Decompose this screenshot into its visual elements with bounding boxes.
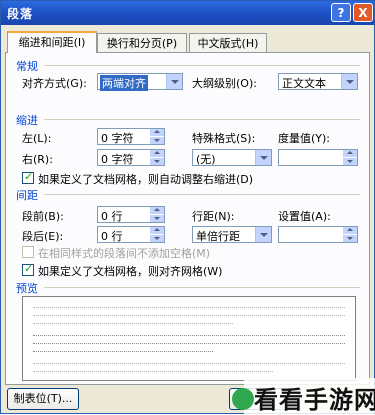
tab-indent-spacing[interactable]: 缩进和间距(I) — [7, 31, 97, 53]
help-button[interactable]: ? — [331, 3, 351, 22]
alignment-label: 对齐方式(G): — [22, 77, 87, 90]
stepper-down-icon[interactable] — [343, 158, 357, 165]
chevron-down-icon[interactable] — [166, 74, 182, 89]
stepper-down-icon[interactable] — [150, 235, 164, 242]
preview-line — [33, 351, 213, 356]
tabs-button[interactable]: 制表位(T)... — [7, 388, 79, 410]
stepper-up-icon[interactable] — [343, 227, 357, 235]
no-space-label: 在相同样式的段落间不添加空格(M) — [38, 247, 211, 260]
divider — [44, 65, 360, 66]
preview-line — [33, 335, 345, 340]
watermark-text: 看看手游网 — [254, 386, 375, 414]
left-indent-stepper[interactable]: 0 字符 — [97, 128, 165, 145]
preview-line — [33, 315, 345, 320]
section-indentation: 缩进 — [16, 114, 38, 127]
preview-box — [22, 296, 356, 381]
measure-label: 度量值(Y): — [278, 132, 331, 145]
close-button[interactable]: X — [353, 3, 373, 22]
stepper-down-icon[interactable] — [150, 158, 164, 165]
setting-value-stepper[interactable] — [278, 226, 358, 243]
right-indent-value: 0 字符 — [101, 153, 134, 166]
stepper-down-icon[interactable] — [343, 235, 357, 242]
outline-level-select[interactable]: 正文文本 — [278, 73, 358, 90]
special-format-value: (无) — [196, 153, 216, 166]
space-after-value: 0 行 — [101, 230, 123, 243]
chevron-down-icon[interactable] — [255, 227, 271, 242]
alignment-select[interactable]: 两端对齐 — [97, 73, 183, 91]
section-spacing: 间距 — [16, 189, 38, 202]
right-indent-label: 右(R): — [22, 153, 53, 166]
special-format-label: 特殊格式(S): — [192, 132, 256, 145]
left-indent-value: 0 字符 — [101, 132, 134, 145]
stepper-up-icon[interactable] — [150, 227, 164, 235]
auto-adjust-label: 如果定义了文档网格，则自动调整右缩进(D) — [38, 173, 254, 186]
stepper-down-icon[interactable] — [150, 215, 164, 222]
auto-adjust-checkbox[interactable] — [22, 170, 34, 184]
space-after-label: 段后(E): — [22, 230, 64, 243]
space-before-stepper[interactable]: 0 行 — [97, 206, 165, 223]
no-space-checkbox[interactable] — [22, 246, 34, 258]
outline-level-value: 正文文本 — [282, 77, 326, 90]
tab-line-page-breaks[interactable]: 换行和分页(P) — [97, 33, 187, 53]
preview-line — [33, 323, 233, 328]
left-indent-label: 左(L): — [22, 132, 52, 145]
snap-grid-label: 如果定义了文档网格，则对齐网格(W) — [38, 265, 223, 278]
stepper-up-icon[interactable] — [150, 207, 164, 215]
stepper-down-icon[interactable] — [150, 137, 164, 144]
preview-line — [33, 371, 273, 376]
site-logo-icon — [232, 388, 254, 410]
stepper-up-icon[interactable] — [343, 150, 357, 158]
snap-grid-checkbox[interactable] — [22, 262, 34, 276]
section-general: 常规 — [16, 60, 38, 73]
space-before-label: 段前(B): — [22, 210, 64, 223]
divider — [44, 119, 360, 120]
alignment-value: 两端对齐 — [100, 75, 148, 91]
dialog-title: 段落 — [7, 7, 34, 21]
divider — [44, 194, 360, 195]
tab-asian-typography[interactable]: 中文版式(H) — [189, 33, 267, 53]
line-spacing-label: 行距(N): — [192, 210, 235, 223]
line-spacing-select[interactable]: 单倍行距 — [192, 226, 272, 243]
line-spacing-value: 单倍行距 — [196, 230, 240, 243]
divider — [44, 287, 360, 288]
setting-value-label: 设置值(A): — [278, 210, 331, 223]
stepper-up-icon[interactable] — [150, 129, 164, 137]
preview-line — [33, 363, 345, 368]
measure-stepper[interactable] — [278, 149, 358, 166]
preview-line — [33, 307, 345, 312]
chevron-down-icon[interactable] — [341, 74, 357, 89]
special-format-select[interactable]: (无) — [192, 149, 272, 166]
outline-level-label: 大纲级别(O): — [192, 77, 257, 90]
preview-line — [33, 343, 345, 348]
space-after-stepper[interactable]: 0 行 — [97, 226, 165, 243]
paragraph-dialog: 段落 ? X 缩进和间距(I) 换行和分页(P) 中文版式(H) 常规 对齐方式… — [0, 0, 375, 414]
section-preview: 预览 — [16, 282, 38, 295]
tab-panel: 常规 对齐方式(G): 两端对齐 大纲级别(O): 正文文本 缩进 左(L): … — [5, 52, 370, 385]
stepper-up-icon[interactable] — [150, 150, 164, 158]
title-bar[interactable]: 段落 ? X — [1, 1, 374, 25]
right-indent-stepper[interactable]: 0 字符 — [97, 149, 165, 166]
space-before-value: 0 行 — [101, 210, 123, 223]
chevron-down-icon[interactable] — [255, 150, 271, 165]
